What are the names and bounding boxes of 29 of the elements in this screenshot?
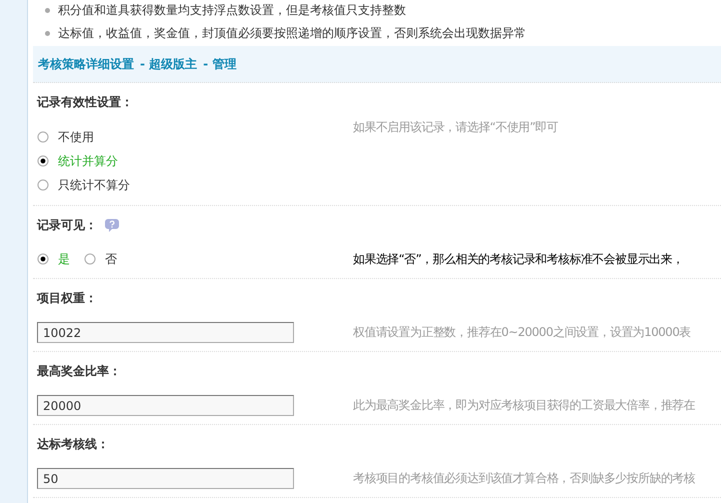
setting-hint: 考核项目的考核值必须达到该值才算合格，否则缺多少按所缺的考核 — [353, 470, 696, 487]
radio-icon — [37, 253, 49, 265]
bullet-icon — [45, 8, 50, 12]
setting-hint: 如果选择“否”，那么相关的考核记录和考核标准不会被显示出来， — [353, 251, 684, 268]
text-input-field[interactable]: 50 — [37, 468, 294, 489]
section-title: 考核策略详细设置 — [38, 56, 134, 72]
text-input-field[interactable]: 10022 — [37, 322, 294, 343]
setting-hint: 此为最高奖金比率，即为对应考核项目获得的工资最大倍率，推荐在 — [353, 397, 696, 414]
radio-icon — [37, 131, 49, 143]
radio-option[interactable]: 否 — [84, 250, 117, 268]
note-text: 达标值，收益值，奖金值，封顶值必须要按照递增的顺序设置，否则系统会出现数据异常 — [58, 24, 526, 42]
note-text: 积分值和道具获得数量均支持浮点数设置，但是考核值只支持整数 — [58, 2, 406, 18]
radio-option[interactable]: 不使用 — [37, 128, 94, 146]
setting-label: 项目权重： — [37, 290, 97, 306]
text-input-field[interactable]: 20000 — [37, 395, 294, 416]
setting-label: 最高奖金比率： — [37, 362, 121, 380]
help-icon[interactable] — [105, 218, 119, 232]
bullet-icon — [45, 30, 50, 36]
setting-label: 记录可见： — [37, 216, 97, 234]
radio-icon — [84, 253, 96, 265]
radio-icon — [37, 179, 49, 191]
setting-hint: 如果不启用该记录，请选择“不使用”即可 — [353, 119, 558, 136]
radio-icon — [37, 155, 49, 167]
radio-option[interactable]: 只统计不算分 — [37, 176, 130, 194]
setting-hint: 权值请设置为正整数，推荐在0~20000之间设置，设置为10000表 — [353, 324, 691, 341]
setting-label: 达标考核线： — [37, 436, 109, 452]
header-link[interactable]: - 管理 — [203, 56, 236, 72]
setting-label: 记录有效性设置： — [37, 94, 133, 110]
header-link[interactable]: - 超级版主 — [140, 56, 198, 72]
